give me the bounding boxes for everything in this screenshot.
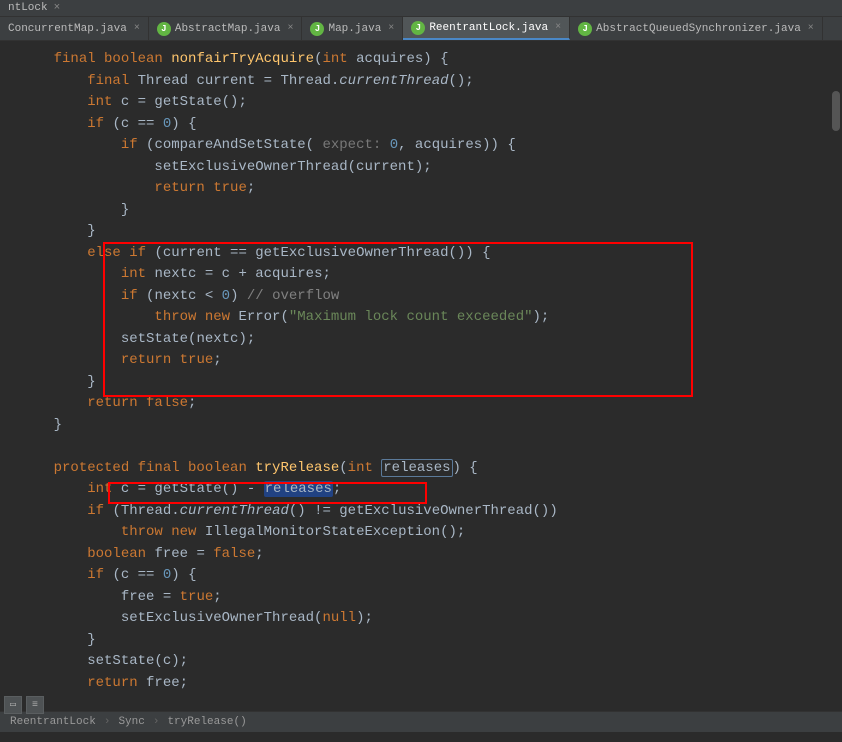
code-line: setState(nextc); [20,329,842,351]
close-icon[interactable]: × [388,23,394,34]
code-editor[interactable]: final boolean nonfairTryAcquire(int acqu… [0,41,842,711]
tab-label: AbstractQueuedSynchronizer.java [596,23,801,35]
bottom-tool-buttons: ▭ ≡ [4,696,44,714]
breadcrumbs: ReentrantLock › Sync › tryRelease() [0,711,842,732]
code-line: free = true; [20,587,842,609]
chevron-right-icon: › [153,716,160,728]
breadcrumb-item[interactable]: ReentrantLock [10,716,96,728]
code-line [20,436,842,458]
code-line: if (nextc < 0) // overflow [20,286,842,308]
code-line: else if (current == getExclusiveOwnerThr… [20,243,842,265]
code-line: return false; [20,393,842,415]
code-line: setState(c); [20,651,842,673]
vertical-scrollbar[interactable] [830,41,840,711]
code-line: return free; [20,673,842,695]
tool-button[interactable]: ≡ [26,696,44,714]
editor-tabs: ConcurrentMap.java × AbstractMap.java × … [0,17,842,41]
code-line: return true; [20,178,842,200]
code-line: if (c == 0) { [20,565,842,587]
tab-label: Map.java [328,23,381,35]
code-line: boolean free = false; [20,544,842,566]
tab-abstractmap[interactable]: AbstractMap.java × [149,17,303,40]
code-line: } [20,200,842,222]
code-line: throw new IllegalMonitorStateException()… [20,522,842,544]
code-line: if (Thread.currentThread() != getExclusi… [20,501,842,523]
tab-map[interactable]: Map.java × [302,17,403,40]
java-icon [578,22,592,36]
tool-button[interactable]: ▭ [4,696,22,714]
code-line: } [20,415,842,437]
scrollbar-thumb[interactable] [832,91,840,131]
java-icon [310,22,324,36]
tab-label: AbstractMap.java [175,23,281,35]
code-line: } [20,372,842,394]
code-line: final Thread current = Thread.currentThr… [20,71,842,93]
close-icon[interactable]: × [808,23,814,34]
tab-label: ReentrantLock.java [429,22,548,34]
code-line: } [20,221,842,243]
close-icon[interactable]: × [287,23,293,34]
close-icon[interactable]: × [555,22,561,33]
tab-label: ConcurrentMap.java [8,23,127,35]
code-line: protected final boolean tryRelease(int r… [20,458,842,480]
close-icon[interactable]: × [54,2,61,14]
code-line: throw new Error("Maximum lock count exce… [20,307,842,329]
code-line: } [20,630,842,652]
title-text: ntLock [8,2,48,14]
title-bar: ntLock × [0,0,842,17]
tab-reentrantlock[interactable]: ReentrantLock.java × [403,17,570,40]
code-line: setExclusiveOwnerThread(current); [20,157,842,179]
breadcrumb-item[interactable]: tryRelease() [167,716,246,728]
code-line: return true; [20,350,842,372]
breadcrumb-item[interactable]: Sync [118,716,144,728]
code-line: final boolean nonfairTryAcquire(int acqu… [20,49,842,71]
java-icon [157,22,171,36]
tab-concurrentmap[interactable]: ConcurrentMap.java × [0,17,149,40]
close-icon[interactable]: × [134,23,140,34]
tab-abstractqueued[interactable]: AbstractQueuedSynchronizer.java × [570,17,823,40]
java-icon [411,21,425,35]
code-line: if (c == 0) { [20,114,842,136]
code-line: setExclusiveOwnerThread(null); [20,608,842,630]
code-line: int nextc = c + acquires; [20,264,842,286]
code-line: int c = getState() - releases; [20,479,842,501]
chevron-right-icon: › [104,716,111,728]
code-line: if (compareAndSetState( expect: 0, acqui… [20,135,842,157]
code-line: int c = getState(); [20,92,842,114]
